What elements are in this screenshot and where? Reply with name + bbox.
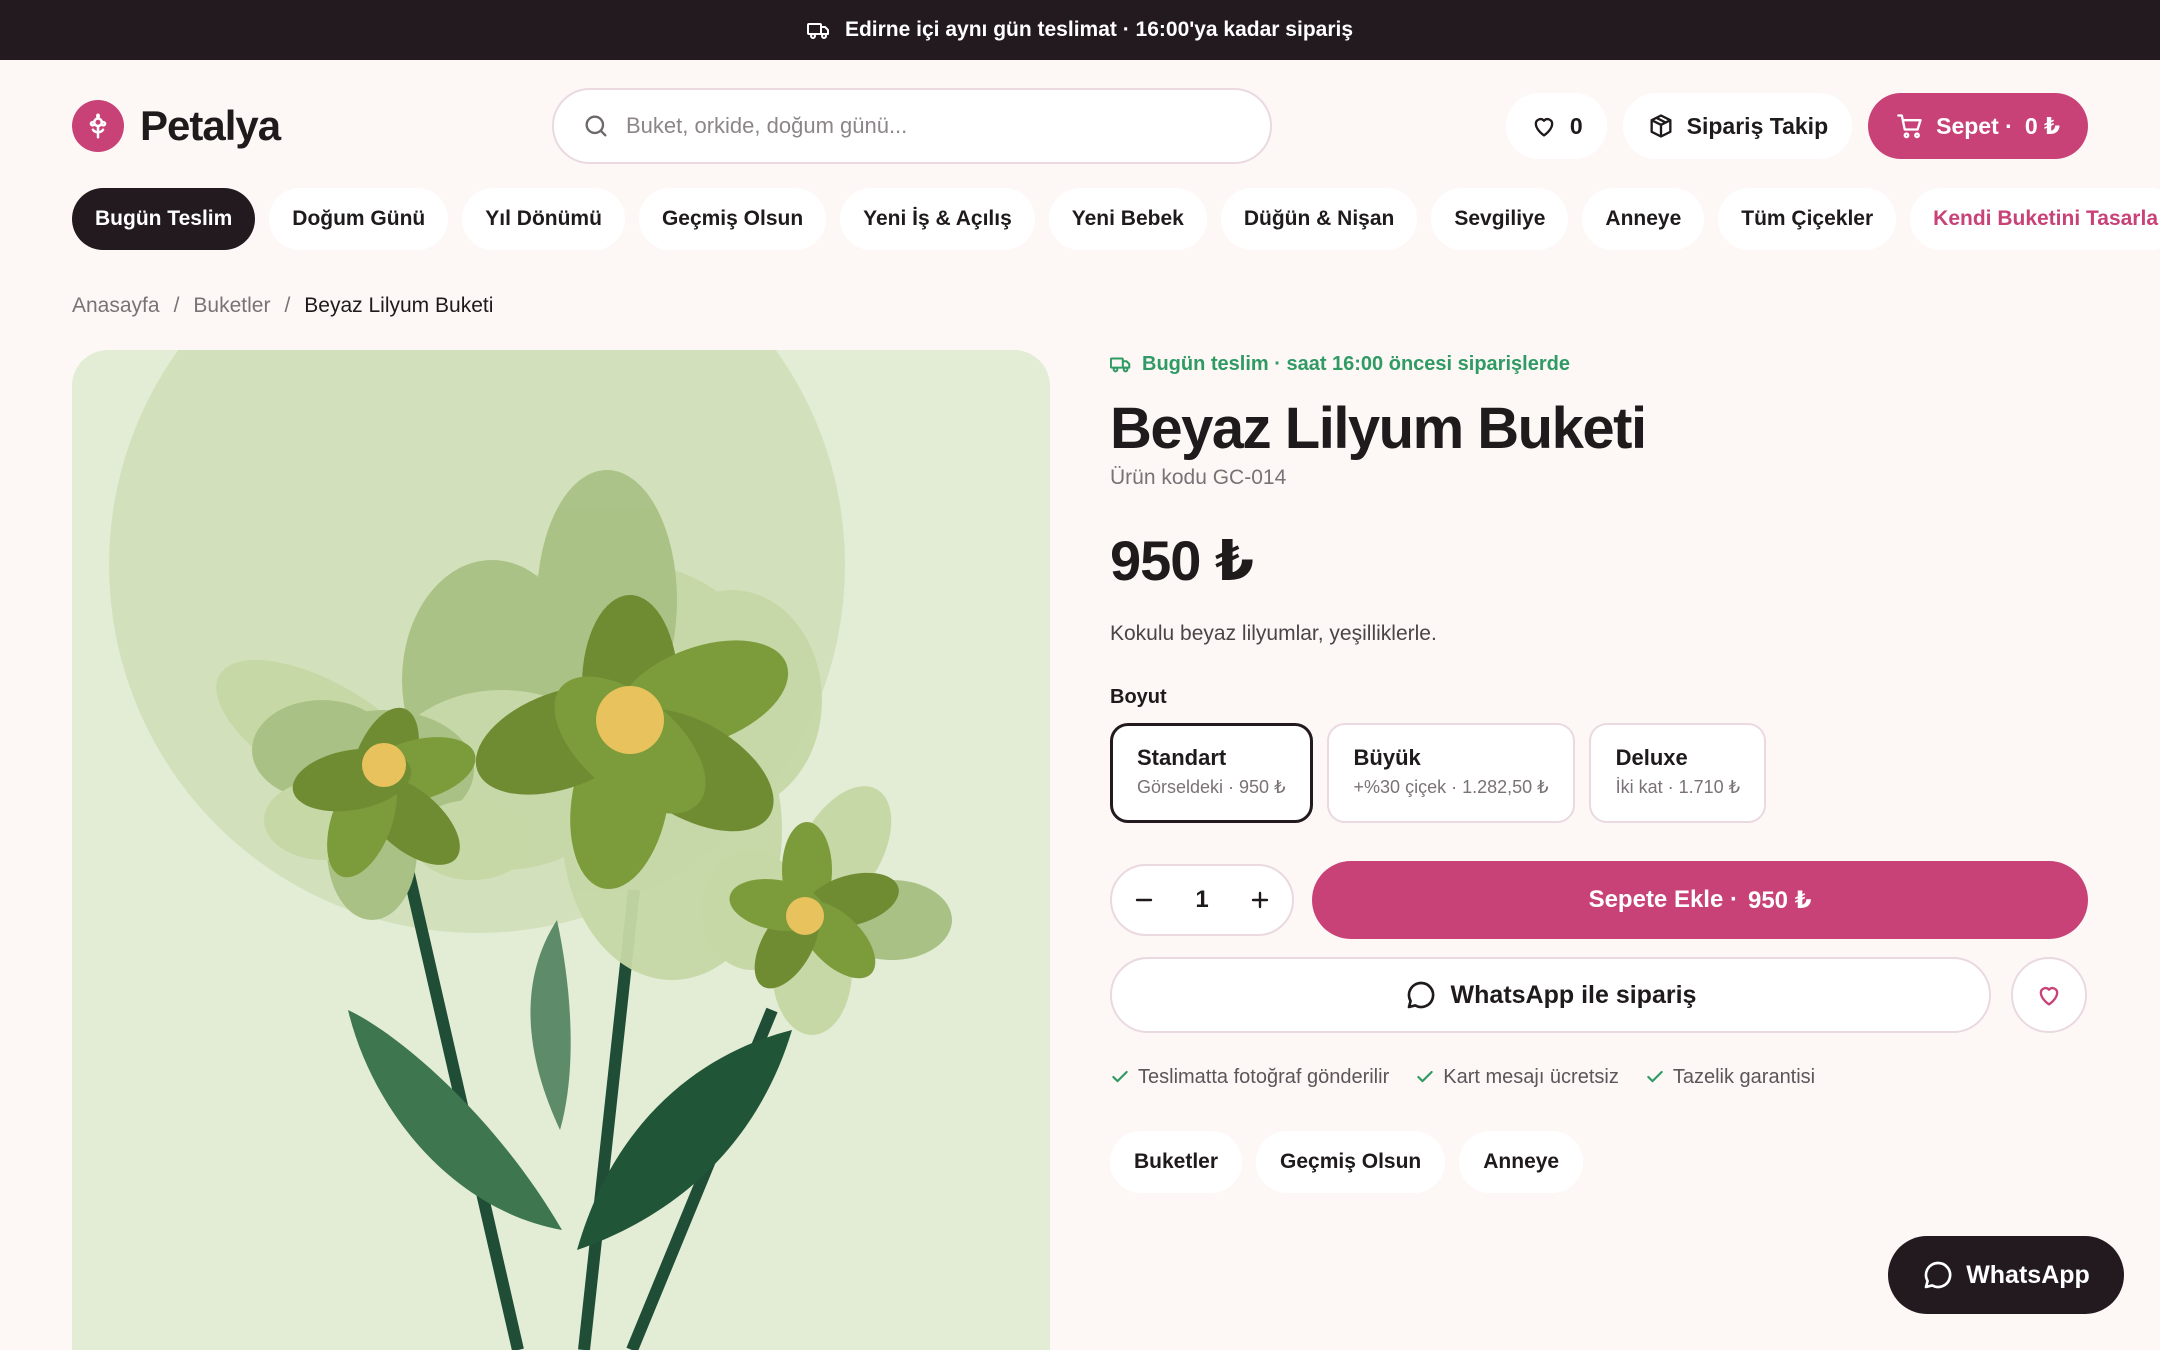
breadcrumb: Anasayfa / Buketler / Beyaz Lilyum Buket… <box>72 292 493 320</box>
brand-logo[interactable]: Petalya <box>72 100 552 152</box>
check-icon <box>1647 1070 1663 1083</box>
tag-bouquets[interactable]: Buketler <box>1110 1131 1243 1193</box>
size-option-standard[interactable]: Standart Görseldeki · 950 ₺ <box>1110 723 1313 823</box>
size-option-name: Büyük <box>1353 745 1421 770</box>
category-all-flowers[interactable]: Tüm Çiçekler <box>1718 188 1897 250</box>
minus-icon[interactable] <box>1132 888 1156 912</box>
category-new-job[interactable]: Yeni İş & Açılış <box>840 188 1035 250</box>
search-bar[interactable] <box>552 88 1272 164</box>
purchase-row: 1 Sepete Ekle · 950 ₺ <box>1110 861 2088 939</box>
category-nav: Bugün Teslim Doğum Günü Yıl Dönümü Geçmi… <box>72 188 2160 250</box>
size-label: Boyut <box>1110 686 1167 708</box>
size-option-deluxe[interactable]: Deluxe İki kat · 1.710 ₺ <box>1588 723 1767 823</box>
product-info: Bugün teslim · saat 16:00 öncesi sipariş… <box>1110 350 2088 1193</box>
whatsapp-order-button[interactable]: WhatsApp ile sipariş <box>1110 957 1991 1033</box>
breadcrumb-home[interactable]: Anasayfa <box>72 294 160 318</box>
size-option-large[interactable]: Büyük +%30 çiçek · 1.282,50 ₺ <box>1326 723 1575 823</box>
floating-whatsapp-label: WhatsApp <box>1966 1260 2090 1289</box>
product-price: 950 ₺ <box>1110 529 1254 592</box>
floating-whatsapp-button[interactable]: WhatsApp <box>1888 1236 2124 1314</box>
secondary-actions: WhatsApp ile sipariş <box>1110 957 2088 1033</box>
category-anniversary[interactable]: Yıl Dönümü <box>462 188 625 250</box>
check-icon <box>1417 1070 1433 1083</box>
announcement-bar: Edirne içi aynı gün teslimat · 16:00'ya … <box>0 0 2160 60</box>
announcement-text: Edirne içi aynı gün teslimat · 16:00'ya … <box>844 18 1354 41</box>
size-option-detail: Görseldeki · 950 ₺ <box>1137 777 1286 797</box>
category-lover[interactable]: Sevgiliye <box>1431 188 1569 250</box>
delivery-note: Bugün teslim · saat 16:00 öncesi sipariş… <box>1110 350 2088 378</box>
cart-total: 0 ₺ <box>2024 112 2060 139</box>
truck-icon <box>1110 357 1131 373</box>
flower-icon <box>72 100 124 152</box>
category-mother[interactable]: Anneye <box>1582 188 1705 250</box>
site-header: Petalya 0 Sipariş Takip Sepet · 0 ₺ <box>72 88 2088 164</box>
tag-mother[interactable]: Anneye <box>1459 1131 1584 1193</box>
cart-label: Sepet · <box>1936 112 2013 139</box>
product-image <box>72 350 1050 1350</box>
category-design-bouquet[interactable]: Kendi Buketini Tasarla <box>1910 188 2160 250</box>
truck-icon <box>806 23 829 39</box>
heart-icon <box>1534 118 1554 137</box>
category-new-baby[interactable]: Yeni Bebek <box>1048 188 1207 250</box>
perk-item: Teslimatta fotoğraf gönderilir <box>1110 1063 1389 1091</box>
perk-item: Kart mesajı ücretsiz <box>1415 1063 1619 1091</box>
heart-icon <box>2039 987 2059 1006</box>
category-get-well[interactable]: Geçmiş Olsun <box>638 188 827 250</box>
cart-button[interactable]: Sepet · 0 ₺ <box>1868 93 2088 159</box>
breadcrumb-separator: / <box>284 294 291 317</box>
size-option-name: Standart <box>1137 745 1227 770</box>
add-to-cart-price: 950 ₺ <box>1747 886 1812 914</box>
tag-get-well[interactable]: Geçmiş Olsun <box>1256 1131 1446 1193</box>
add-to-cart-label: Sepete Ekle · <box>1588 886 1738 913</box>
size-option-detail: İki kat · 1.710 ₺ <box>1615 777 1741 797</box>
package-icon <box>1650 114 1672 138</box>
search-input[interactable] <box>626 113 1226 139</box>
favorites-count: 0 <box>1569 112 1583 139</box>
add-favorite-button[interactable] <box>2011 957 2087 1033</box>
product-perks: Teslimatta fotoğraf gönderilir Kart mesa… <box>1110 1063 2088 1091</box>
perk-text: Tazelik garantisi <box>1672 1065 1816 1088</box>
breadcrumb-separator: / <box>173 294 180 317</box>
category-birthday[interactable]: Doğum Günü <box>269 188 449 250</box>
add-to-cart-button[interactable]: Sepete Ekle · 950 ₺ <box>1312 861 2088 939</box>
perk-text: Teslimatta fotoğraf gönderilir <box>1138 1065 1390 1088</box>
cart-icon <box>1897 114 1922 139</box>
size-option-name: Deluxe <box>1615 745 1688 770</box>
perk-text: Kart mesajı ücretsiz <box>1443 1065 1619 1088</box>
breadcrumb-section[interactable]: Buketler <box>193 294 270 318</box>
check-icon <box>1112 1070 1128 1083</box>
order-tracking-label: Sipariş Takip <box>1686 112 1829 139</box>
perk-item: Tazelik garantisi <box>1645 1063 1815 1091</box>
plus-icon[interactable] <box>1248 888 1272 912</box>
delivery-note-text: Bugün teslim · saat 16:00 öncesi sipariş… <box>1142 352 1570 375</box>
category-today-delivery[interactable]: Bugün Teslim <box>72 188 256 250</box>
product-tags: Buketler Geçmiş Olsun Anneye <box>1110 1131 2088 1193</box>
quantity-value: 1 <box>1195 886 1209 913</box>
whatsapp-order-label: WhatsApp ile sipariş <box>1450 980 1697 1009</box>
bouquet-illustration <box>109 350 952 1350</box>
size-option-detail: +%30 çiçek · 1.282,50 ₺ <box>1353 777 1549 797</box>
size-options: Standart Görseldeki · 950 ₺ Büyük +%30 ç… <box>1110 723 2088 823</box>
search-icon <box>585 115 607 137</box>
chat-bubble-icon <box>1407 981 1434 1009</box>
chat-bubble-icon <box>1924 1261 1952 1289</box>
product-title: Beyaz Lilyum Buketi <box>1110 396 1647 461</box>
category-wedding[interactable]: Düğün & Nişan <box>1220 188 1418 250</box>
brand-name: Petalya <box>140 102 281 149</box>
breadcrumb-current: Beyaz Lilyum Buketi <box>304 294 494 317</box>
favorites-button[interactable]: 0 <box>1505 93 1607 159</box>
order-tracking-button[interactable]: Sipariş Takip <box>1622 93 1853 159</box>
quantity-stepper: 1 <box>1110 864 1294 936</box>
product-description: Kokulu beyaz lilyumlar, yeşilliklerle. <box>1110 622 1437 645</box>
header-actions: 0 Sipariş Takip Sepet · 0 ₺ <box>1505 92 2088 160</box>
product-sku: Ürün kodu GC-014 <box>1110 466 1287 489</box>
